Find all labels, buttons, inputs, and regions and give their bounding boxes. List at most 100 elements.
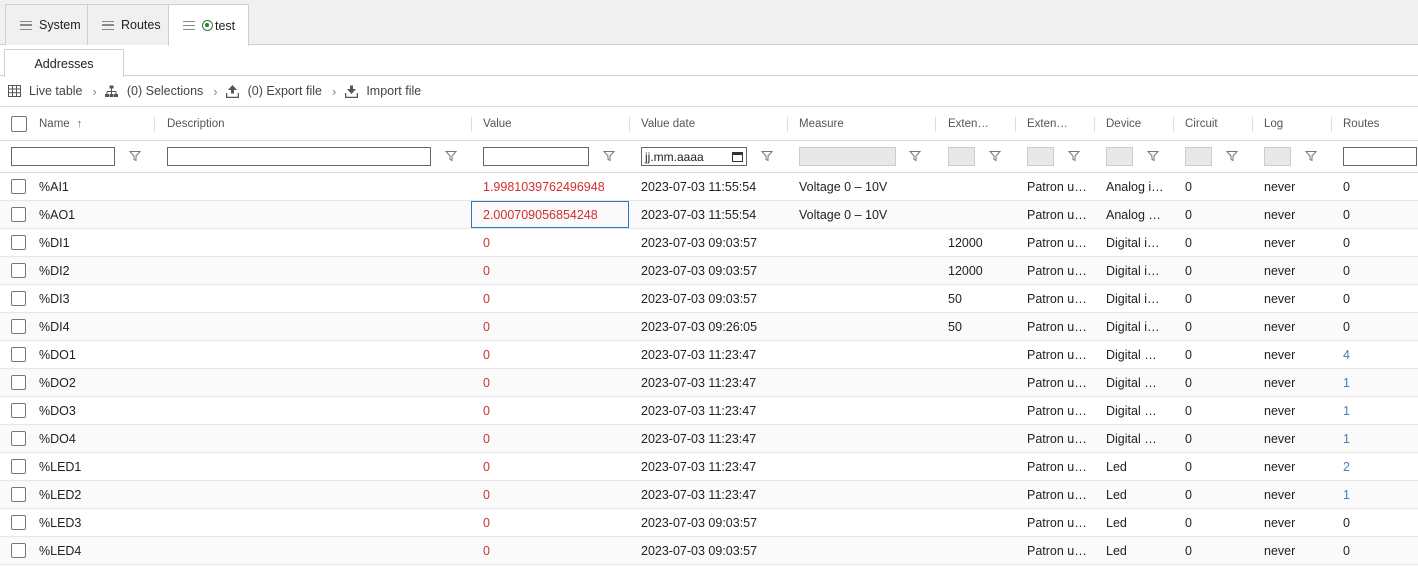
column-header-log[interactable]: Log	[1264, 108, 1283, 140]
column-header-value-date[interactable]: Value date	[641, 108, 695, 140]
column-header-description[interactable]: Description	[167, 108, 225, 140]
table-row[interactable]: %LED1 0 2023-07-03 11:23:47 Patron u… Led 0 ne…	[0, 453, 1418, 481]
column-header-name[interactable]: Name ↑	[39, 108, 82, 140]
value-cell[interactable]: 0	[483, 229, 490, 256]
row-checkbox[interactable]	[11, 453, 26, 480]
value-cell[interactable]: 1.9981039762496948	[483, 173, 605, 200]
value-date-filter-input[interactable]: jj.mm.aaaa	[641, 147, 747, 166]
table-row[interactable]: %DO1 0 2023-07-03 11:23:47 Patron u… Digital…	[0, 341, 1418, 369]
filter-icon[interactable]	[603, 150, 615, 162]
row-checkbox[interactable]	[11, 229, 26, 256]
measure-filter-select[interactable]	[799, 147, 896, 166]
value-cell[interactable]: 0	[483, 397, 490, 424]
calendar-icon[interactable]	[732, 151, 743, 162]
circuit-filter-select[interactable]	[1185, 147, 1212, 166]
column-divider[interactable]	[935, 117, 936, 132]
row-checkbox[interactable]	[11, 285, 26, 312]
column-divider[interactable]	[1015, 117, 1016, 132]
tab-test[interactable]: test	[168, 4, 249, 46]
column-divider[interactable]	[1094, 117, 1095, 132]
table-row[interactable]: %DI4 0 2023-07-03 09:26:05 50 Patron u… Digit…	[0, 313, 1418, 341]
value-cell[interactable]: 0	[483, 509, 490, 536]
tab-addresses[interactable]: Addresses	[4, 49, 124, 77]
routes-filter-input[interactable]	[1343, 147, 1417, 166]
row-checkbox[interactable]	[11, 313, 26, 340]
routes-cell[interactable]: 1	[1343, 397, 1350, 424]
routes-cell[interactable]: 1	[1343, 369, 1350, 396]
import-file-button[interactable]: Import file	[344, 84, 421, 98]
routes-cell[interactable]: 1	[1343, 481, 1350, 508]
column-divider[interactable]	[154, 117, 155, 132]
table-row[interactable]: %DO2 0 2023-07-03 11:23:47 Patron u… Digital…	[0, 369, 1418, 397]
value-cell[interactable]: 0	[483, 481, 490, 508]
tab-system[interactable]: System	[5, 4, 88, 45]
table-row[interactable]: %DI1 0 2023-07-03 09:03:57 12000 Patron u… Di…	[0, 229, 1418, 257]
column-header-extension-1[interactable]: Exten…	[948, 108, 989, 140]
extension-2-filter-select[interactable]	[1027, 147, 1054, 166]
column-header-routes[interactable]: Routes	[1343, 108, 1379, 140]
row-checkbox[interactable]	[11, 397, 26, 424]
value-cell[interactable]: 0	[483, 453, 490, 480]
log-filter-select[interactable]	[1264, 147, 1291, 166]
column-divider[interactable]	[629, 117, 630, 132]
column-header-extension-2[interactable]: Exten…	[1027, 108, 1068, 140]
column-divider[interactable]	[471, 117, 472, 132]
row-checkbox[interactable]	[11, 537, 26, 564]
value-cell[interactable]: 0	[483, 369, 490, 396]
value-cell[interactable]: 0	[483, 341, 490, 368]
filter-icon[interactable]	[445, 150, 457, 162]
column-divider[interactable]	[1173, 117, 1174, 132]
live-table-button[interactable]: Live table	[7, 84, 83, 98]
column-divider[interactable]	[1252, 117, 1253, 132]
export-file-button[interactable]: (0) Export file	[226, 84, 322, 98]
filter-icon[interactable]	[1068, 150, 1080, 162]
table-row[interactable]: %LED2 0 2023-07-03 11:23:47 Patron u… Led 0 ne…	[0, 481, 1418, 509]
column-header-circuit[interactable]: Circuit	[1185, 108, 1218, 140]
row-checkbox[interactable]	[11, 173, 26, 200]
value-cell[interactable]: 0	[483, 313, 490, 340]
table-row[interactable]: %LED3 0 2023-07-03 09:03:57 Patron u… Led 0 ne…	[0, 509, 1418, 537]
row-checkbox[interactable]	[11, 201, 26, 228]
name-filter-input[interactable]	[11, 147, 115, 166]
value-cell[interactable]: 0	[483, 285, 490, 312]
tab-routes[interactable]: Routes	[87, 4, 169, 45]
row-checkbox[interactable]	[11, 481, 26, 508]
routes-cell[interactable]: 1	[1343, 425, 1350, 452]
column-divider[interactable]	[787, 117, 788, 132]
column-header-measure[interactable]: Measure	[799, 108, 844, 140]
value-cell[interactable]: 0	[483, 425, 490, 452]
filter-icon[interactable]	[989, 150, 1001, 162]
table-row[interactable]: %DI2 0 2023-07-03 09:03:57 12000 Patron u… Di…	[0, 257, 1418, 285]
table-row[interactable]: %DO3 0 2023-07-03 11:23:47 Patron u… Digital…	[0, 397, 1418, 425]
filter-icon[interactable]	[1226, 150, 1238, 162]
extension-1-filter-select[interactable]	[948, 147, 975, 166]
filter-icon[interactable]	[909, 150, 921, 162]
table-row[interactable]: %DO4 0 2023-07-03 11:23:47 Patron u… Digital…	[0, 425, 1418, 453]
column-divider[interactable]	[1331, 117, 1332, 132]
table-row[interactable]: %LED4 0 2023-07-03 09:03:57 Patron u… Led 0 ne…	[0, 537, 1418, 565]
value-cell[interactable]: 0	[483, 257, 490, 284]
routes-cell[interactable]: 2	[1343, 453, 1350, 480]
row-checkbox[interactable]	[11, 425, 26, 452]
column-header-device[interactable]: Device	[1106, 108, 1141, 140]
filter-icon[interactable]	[1147, 150, 1159, 162]
filter-icon[interactable]	[761, 150, 773, 162]
table-row[interactable]: %DI3 0 2023-07-03 09:03:57 50 Patron u… Digit…	[0, 285, 1418, 313]
description-filter-input[interactable]	[167, 147, 431, 166]
filter-icon[interactable]	[129, 150, 141, 162]
routes-cell[interactable]: 4	[1343, 341, 1350, 368]
row-checkbox[interactable]	[11, 369, 26, 396]
row-checkbox[interactable]	[11, 257, 26, 284]
value-edit-field[interactable]: 2.000709056854248	[471, 201, 629, 228]
select-all-checkbox[interactable]	[11, 108, 27, 140]
filter-icon[interactable]	[1305, 150, 1317, 162]
row-checkbox[interactable]	[11, 341, 26, 368]
table-row[interactable]: %AO1 2.000709056854248 2023-07-03 11:55:54…	[0, 201, 1418, 229]
selections-button[interactable]: (0) Selections	[105, 84, 203, 98]
row-checkbox[interactable]	[11, 509, 26, 536]
value-cell[interactable]: 0	[483, 537, 490, 564]
device-filter-select[interactable]	[1106, 147, 1133, 166]
value-filter-input[interactable]	[483, 147, 589, 166]
column-header-value[interactable]: Value	[483, 108, 512, 140]
table-row[interactable]: %AI1 1.9981039762496948 2023-07-03 11:55:5…	[0, 173, 1418, 201]
